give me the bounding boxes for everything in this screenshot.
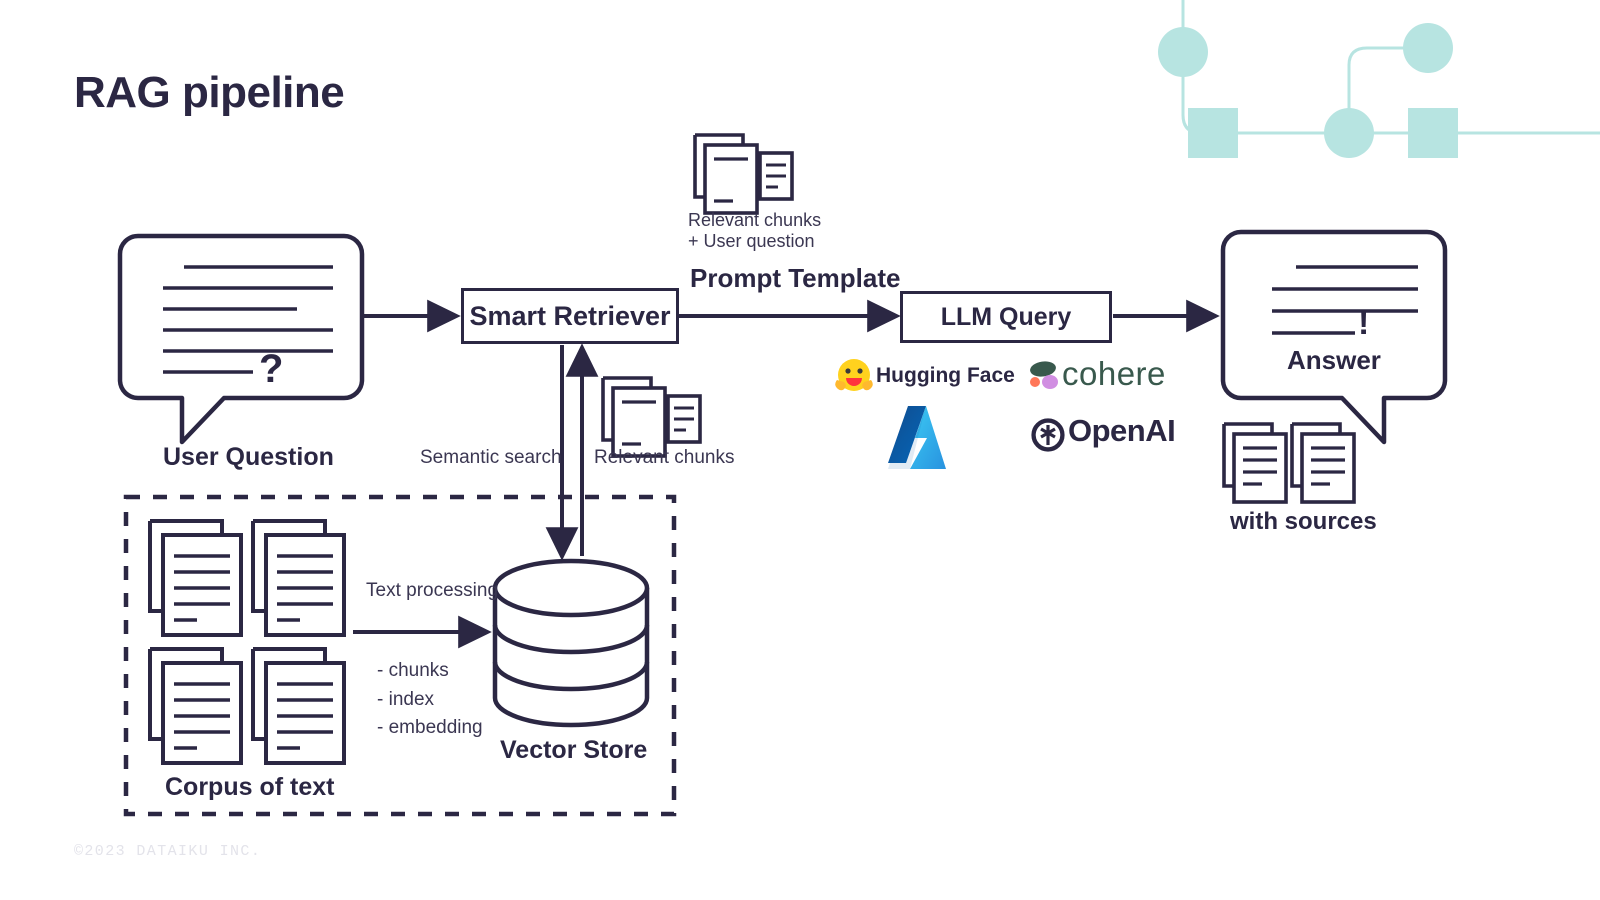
provider-openai[interactable]: OpenAI <box>1068 413 1176 449</box>
cohere-logo <box>1030 361 1058 389</box>
processing-step-embedding: - embedding <box>377 717 483 738</box>
vector-store-cylinder <box>492 558 650 728</box>
hugging-face-logo <box>835 359 873 391</box>
prompt-chunks-icon <box>693 133 794 215</box>
hugging-face-label: Hugging Face <box>876 364 1015 387</box>
relevant-chunks-user-question-line1: Relevant chunks <box>688 210 822 230</box>
prompt-template-label: Prompt Template <box>690 263 901 293</box>
with-sources-label: with sources <box>1230 508 1377 535</box>
answer-label: Answer <box>1287 345 1381 375</box>
semantic-search-label: Semantic search <box>420 447 562 468</box>
processing-step-index: - index <box>377 689 435 710</box>
svg-text:!: ! <box>1358 304 1369 342</box>
relevant-chunks-label: Relevant chunks <box>594 447 735 468</box>
user-question-bubble-shape: ? <box>117 233 365 445</box>
decorative-flow-graphic <box>1158 0 1600 158</box>
relevant-chunks-icon <box>601 376 702 458</box>
slide-canvas: RAG pipeline ? ! Smart Retriever LLM Que… <box>0 0 1600 900</box>
corpus-documents <box>148 519 346 765</box>
corpus-label: Corpus of text <box>165 773 335 801</box>
text-processing-label: Text processing <box>366 580 499 601</box>
corpus-dashed-border <box>123 494 677 817</box>
provider-hugging-face[interactable]: Hugging Face <box>876 364 1015 388</box>
vector-store-label: Vector Store <box>500 736 648 764</box>
azure-logo <box>888 406 946 469</box>
provider-cohere[interactable]: cohere <box>1062 355 1166 393</box>
llm-query-label: LLM Query <box>940 302 1072 331</box>
with-sources-documents <box>1222 422 1356 504</box>
relevant-chunks-user-question-line2: + User question <box>688 231 815 251</box>
openai-label: OpenAI <box>1068 413 1176 448</box>
openai-logo <box>1031 418 1065 452</box>
user-question-label: User Question <box>163 443 334 471</box>
cohere-label: cohere <box>1062 355 1166 392</box>
smart-retriever-label: Smart Retriever <box>469 300 671 331</box>
copyright-footer: ©2023 DATAIKU INC. <box>74 843 262 860</box>
node-llm-query[interactable]: LLM Query <box>900 291 1112 343</box>
page-title: RAG pipeline <box>74 68 345 117</box>
answer-bubble-shape: ! <box>1220 229 1448 445</box>
node-smart-retriever[interactable]: Smart Retriever <box>461 288 679 344</box>
svg-text:?: ? <box>259 347 283 391</box>
processing-step-chunks: - chunks <box>377 660 449 681</box>
